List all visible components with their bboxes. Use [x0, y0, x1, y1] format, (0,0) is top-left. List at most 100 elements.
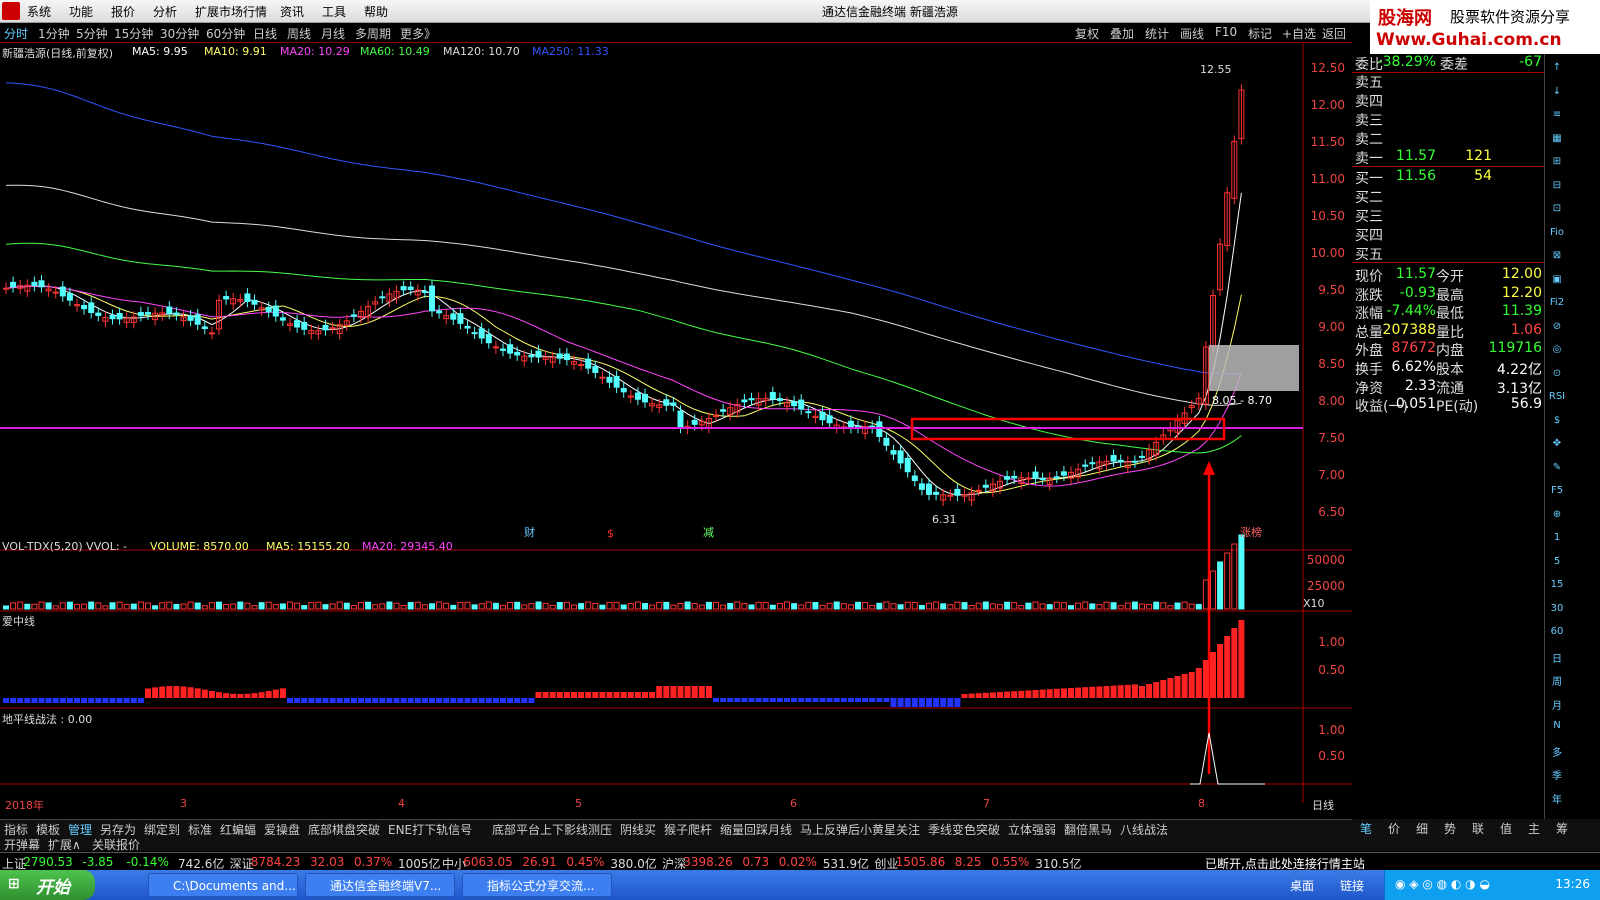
menu-tools[interactable]: 工具	[322, 3, 346, 20]
side-tool-icon[interactable]: ▦	[1548, 133, 1566, 149]
side-tool-icon[interactable]: ↑	[1548, 62, 1566, 78]
period-mode-label[interactable]: 日线	[1312, 797, 1334, 813]
side-tool-icon[interactable]: ⊘	[1548, 321, 1566, 337]
danmaku-toggle[interactable]: 开弹幕	[4, 836, 40, 853]
period-30min[interactable]: 30分钟	[160, 25, 199, 42]
side-tool-icon[interactable]: 15	[1548, 579, 1566, 595]
right-panel-tab[interactable]: 值	[1500, 820, 1512, 837]
side-tool-icon[interactable]: 年	[1548, 791, 1566, 807]
ai-bar	[698, 686, 705, 698]
menu-help[interactable]: 帮助	[364, 3, 388, 20]
period-tick[interactable]: 分时	[4, 25, 28, 42]
task-tdx[interactable]: 通达信金融终端V7...	[305, 873, 455, 897]
ai-bar	[102, 698, 109, 703]
right-panel-tab[interactable]: 细	[1416, 820, 1428, 837]
side-tool-icon[interactable]: ⊠	[1548, 250, 1566, 266]
side-tool-icon[interactable]: 月	[1548, 697, 1566, 713]
side-tool-icon[interactable]: RSI	[1548, 391, 1566, 407]
volume-bar	[642, 602, 648, 610]
side-tool-icon[interactable]: ◎	[1548, 344, 1566, 360]
side-tool-icon[interactable]: 60	[1548, 626, 1566, 642]
menu-analysis[interactable]: 分析	[153, 3, 177, 20]
task-forum[interactable]: 指标公式分享交流...	[462, 873, 612, 897]
tray-icons[interactable]: ◉ ◈ ◎ ◍ ◐ ◑ ◒	[1395, 877, 1490, 891]
volume-bar	[656, 601, 663, 610]
side-tool-icon[interactable]: ≡	[1548, 109, 1566, 125]
period-15min[interactable]: 15分钟	[114, 25, 153, 42]
side-tool-icon[interactable]: ⊡	[1548, 203, 1566, 219]
side-tool-icon[interactable]: 30	[1548, 603, 1566, 619]
side-tool-icon[interactable]: ▣	[1548, 274, 1566, 290]
event-reduce[interactable]: 减	[703, 524, 714, 540]
period-5min[interactable]: 5分钟	[76, 25, 108, 42]
side-tool-icon[interactable]: N	[1548, 720, 1566, 736]
period-multi[interactable]: 多周期	[355, 25, 391, 42]
period-more[interactable]: 更多》	[400, 25, 436, 42]
side-tool-icon[interactable]: 周	[1548, 673, 1566, 689]
side-tool-icon[interactable]: 5	[1548, 556, 1566, 572]
period-60min[interactable]: 60分钟	[206, 25, 245, 42]
volume-bar	[216, 601, 222, 610]
side-tool-icon[interactable]: ⊙	[1548, 368, 1566, 384]
menu-system[interactable]: 系统	[27, 3, 51, 20]
related-quote-tab[interactable]: 关联报价	[92, 836, 140, 853]
volume-bar	[421, 604, 428, 610]
event-finance[interactable]: 财	[524, 524, 535, 540]
event-limit-up[interactable]: 涨榜	[1240, 524, 1262, 540]
start-button[interactable]: ⊞ 开始	[0, 870, 95, 900]
mark-button[interactable]: 标记	[1248, 25, 1272, 42]
volume-bar	[180, 603, 187, 610]
f10-button[interactable]: F10	[1215, 25, 1237, 39]
menu-function[interactable]: 功能	[69, 3, 93, 20]
chart-svg[interactable]	[0, 43, 1352, 819]
side-tool-icon[interactable]: 1	[1548, 532, 1566, 548]
ai-bar	[95, 698, 102, 703]
period-daily[interactable]: 日线	[253, 25, 277, 42]
candle-body	[776, 398, 783, 401]
side-tool-icon[interactable]: $	[1548, 415, 1566, 431]
side-tool-icon[interactable]: F5	[1548, 485, 1566, 501]
event-dividend[interactable]: $	[607, 527, 614, 540]
period-weekly[interactable]: 周线	[287, 25, 311, 42]
extend-toggle[interactable]: 扩展∧	[48, 836, 81, 853]
right-panel-tab[interactable]: 笔	[1360, 820, 1372, 837]
stat-row: 外盘 87672 内盘 119716	[1352, 340, 1544, 359]
draw-line-button[interactable]: 画线	[1180, 25, 1204, 42]
price-tick: 10.00	[1310, 246, 1345, 260]
volume-bar	[74, 603, 80, 610]
ai-bar	[1231, 628, 1238, 698]
restore-rights-button[interactable]: 复权	[1075, 25, 1099, 42]
right-panel-tab[interactable]: 联	[1472, 820, 1484, 837]
right-panel-tab[interactable]: 价	[1388, 820, 1400, 837]
side-tool-icon[interactable]: 季	[1548, 767, 1566, 783]
side-tool-icon[interactable]: Fi2	[1548, 297, 1566, 313]
period-monthly[interactable]: 月线	[321, 25, 345, 42]
range-label: 8.05 - 8.70	[1212, 394, 1272, 407]
ai-bar	[741, 698, 748, 702]
side-tool-icon[interactable]: ↓	[1548, 86, 1566, 102]
stats-button[interactable]: 统计	[1145, 25, 1169, 42]
side-tool-icon[interactable]: ✎	[1548, 462, 1566, 478]
side-tool-icon[interactable]: ⊟	[1548, 180, 1566, 196]
side-tool-icon[interactable]: ⊞	[1548, 156, 1566, 172]
menu-extended-market[interactable]: 扩展市场行情	[195, 3, 267, 20]
right-panel-tab[interactable]: 势	[1444, 820, 1456, 837]
task-explorer[interactable]: C:\Documents and...	[148, 873, 298, 897]
links-toolbar[interactable]: 链接	[1340, 877, 1364, 894]
menu-quote[interactable]: 报价	[111, 3, 135, 20]
ai-bar	[1167, 678, 1174, 698]
side-tool-icon[interactable]: ✥	[1548, 438, 1566, 454]
overlay-button[interactable]: 叠加	[1110, 25, 1134, 42]
back-button[interactable]: 返回	[1322, 25, 1346, 42]
desktop-toolbar[interactable]: 桌面	[1290, 877, 1314, 894]
chart-area[interactable]: 新疆浩源(日线,前复权) MA5: 9.95 MA10: 9.91 MA20: …	[0, 43, 1352, 819]
period-1min[interactable]: 1分钟	[38, 25, 70, 42]
add-watchlist-button[interactable]: +自选	[1282, 25, 1316, 42]
side-tool-icon[interactable]: ⊕	[1548, 509, 1566, 525]
right-panel-tab[interactable]: 主	[1528, 820, 1540, 837]
side-tool-icon[interactable]: Fio	[1548, 227, 1566, 243]
right-panel-tab[interactable]: 筹	[1556, 820, 1568, 837]
menu-news[interactable]: 资讯	[280, 3, 304, 20]
side-tool-icon[interactable]: 多	[1548, 744, 1566, 760]
side-tool-icon[interactable]: 日	[1548, 650, 1566, 666]
